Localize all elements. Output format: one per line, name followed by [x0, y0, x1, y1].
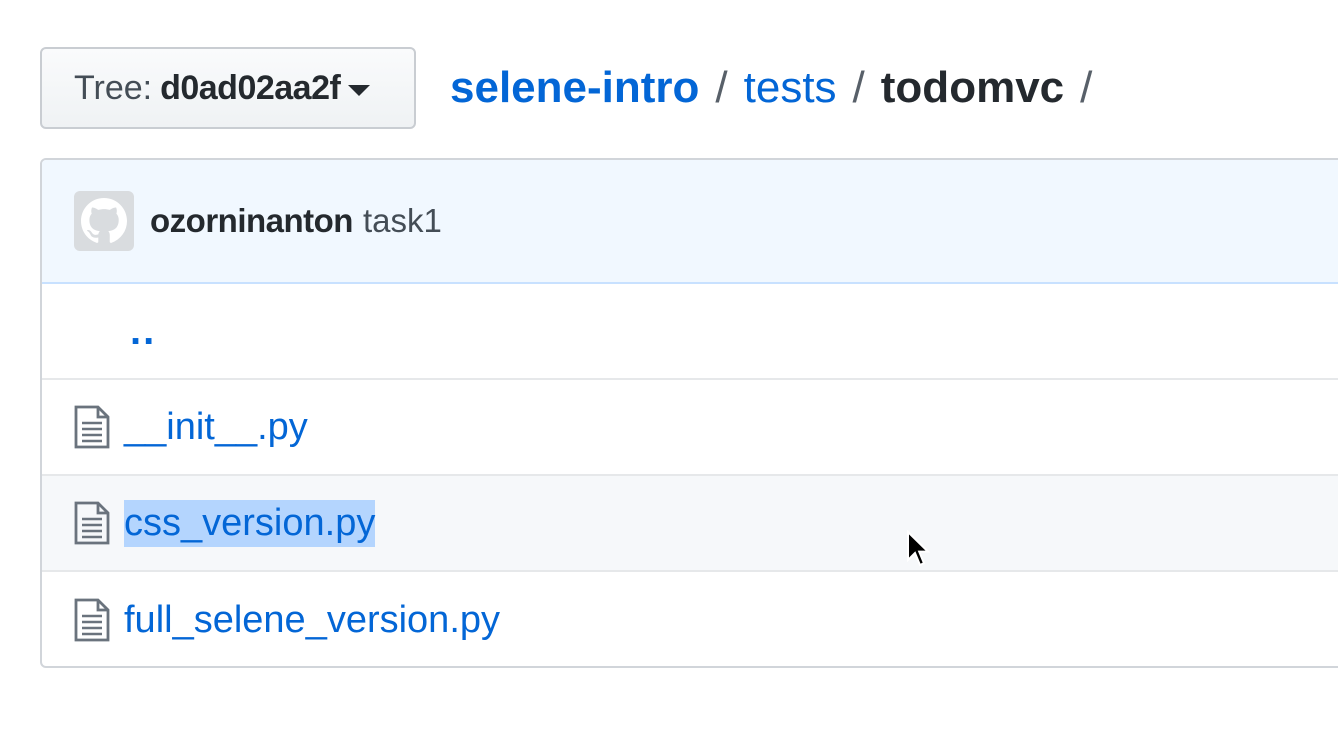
file-link-init[interactable]: __init__.py [124, 406, 308, 449]
avatar[interactable] [74, 191, 134, 251]
breadcrumb-current-folder: todomvc [880, 63, 1065, 112]
file-row: css_version.py [42, 476, 1338, 572]
breadcrumb-separator: / [852, 63, 865, 112]
commit-author-link[interactable]: ozorninanton [150, 202, 353, 240]
breadcrumb: selene-intro / tests / todomvc / [450, 63, 1092, 113]
commit-message-link[interactable]: task1 [363, 202, 442, 240]
breadcrumb-separator: / [1080, 63, 1093, 112]
tree-label: Tree: [74, 68, 153, 107]
file-link-css-version[interactable]: css_version.py [124, 499, 376, 547]
file-icon [74, 501, 110, 545]
file-icon [74, 405, 110, 449]
parent-directory-row: .. [42, 284, 1338, 380]
file-icon [74, 598, 110, 642]
tree-branch-select-button[interactable]: Tree: d0ad02aa2f [40, 47, 416, 129]
github-octocat-icon [81, 198, 127, 243]
breadcrumb-tests-link[interactable]: tests [744, 63, 837, 113]
top-row: Tree: d0ad02aa2f selene-intro / tests / … [40, 47, 1092, 129]
breadcrumb-repo-link[interactable]: selene-intro [450, 63, 699, 113]
file-list: ozorninanton task1 .. __init__.py css_ve… [40, 158, 1338, 668]
latest-commit-bar: ozorninanton task1 [42, 160, 1338, 284]
file-row: __init__.py [42, 380, 1338, 476]
mouse-pointer-icon [907, 530, 930, 567]
tree-commit-sha: d0ad02aa2f [160, 68, 341, 107]
parent-directory-link[interactable]: .. [130, 309, 156, 354]
file-row: full_selene_version.py [42, 572, 1338, 666]
chevron-down-icon [348, 84, 371, 96]
file-link-full-selene-version[interactable]: full_selene_version.py [124, 599, 500, 642]
breadcrumb-separator: / [715, 63, 728, 112]
